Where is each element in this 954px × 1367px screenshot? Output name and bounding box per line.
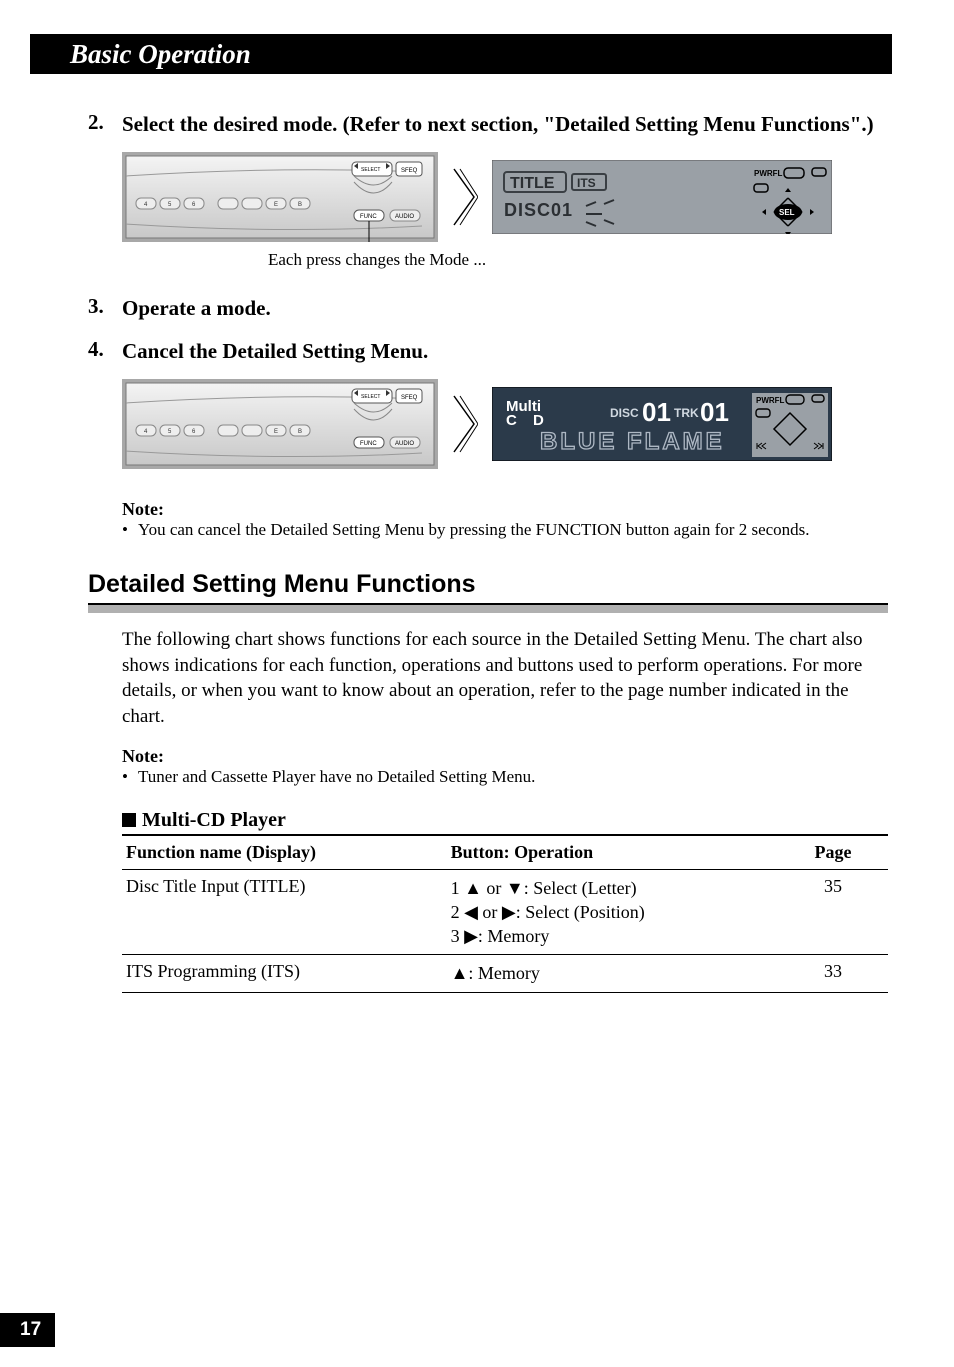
page-footer: 17 <box>30 1313 892 1367</box>
note-bullet: Tuner and Cassette Player have no Detail… <box>122 767 888 787</box>
svg-text:01: 01 <box>642 397 671 427</box>
step-4: 4. Cancel the Detailed Setting Menu. <box>88 337 888 365</box>
svg-text:01: 01 <box>700 397 729 427</box>
lcd-track-name: BLUE FLAME <box>540 428 725 455</box>
svg-text:FUNC: FUNC <box>360 441 377 447</box>
table-row: ITS Programming (ITS)▲: Memory33 <box>122 955 888 992</box>
subsection-heading: Multi-CD Player <box>122 809 888 832</box>
arrow-right-icon <box>452 167 478 227</box>
svg-text:AUDIO: AUDIO <box>395 214 414 220</box>
svg-text:PWRFL: PWRFL <box>756 396 785 405</box>
cell-operation: ▲: Memory <box>447 955 778 992</box>
note-block-1: Note: You can cancel the Detailed Settin… <box>122 499 888 540</box>
figure-row-1: 4 5 6 E B SELECT SFEQ <box>122 152 888 242</box>
page-number: 17 <box>0 1313 55 1347</box>
sel-label: SEL <box>779 208 795 217</box>
section-title: Detailed Setting Menu Functions <box>88 570 888 603</box>
arrow-right-icon <box>452 394 478 454</box>
note-title: Note: <box>122 499 888 520</box>
step-text: Cancel the Detailed Setting Menu. <box>122 337 428 365</box>
subsection-title: Multi-CD Player <box>142 809 286 832</box>
step-text: Select the desired mode. (Refer to next … <box>122 110 874 138</box>
svg-text:SELECT: SELECT <box>361 167 380 173</box>
svg-text:E: E <box>274 429 278 435</box>
svg-text:SFEQ: SFEQ <box>401 168 418 174</box>
svg-text:DISC: DISC <box>610 406 639 420</box>
th-button: Button: Operation <box>447 835 778 870</box>
cell-function: Disc Title Input (TITLE) <box>122 869 447 955</box>
cell-page: 35 <box>778 869 888 955</box>
step-3: 3. Operate a mode. <box>88 294 888 322</box>
svg-text:FUNC: FUNC <box>360 214 377 220</box>
pwr-label: PWRFL <box>754 169 783 178</box>
svg-text:AUDIO: AUDIO <box>395 441 414 447</box>
device-front-panel: 4 5 6 E B SELECT SFEQ <box>122 152 438 242</box>
th-page: Page <box>778 835 888 870</box>
chapter-header: Basic Operation <box>30 34 892 74</box>
svg-text:TRK: TRK <box>674 406 699 420</box>
lcd-cd-label: C D <box>506 412 550 429</box>
chapter-title: Basic Operation <box>70 39 251 70</box>
step-number: 4. <box>88 337 122 365</box>
figure-caption-1: Each press changes the Mode ... <box>268 250 888 270</box>
step-text: Operate a mode. <box>122 294 271 322</box>
cell-function: ITS Programming (ITS) <box>122 955 447 992</box>
figure-row-2: 4 5 6 E B SELECT SFEQ <box>122 379 888 469</box>
note-block-2: Note: Tuner and Cassette Player have no … <box>122 746 888 787</box>
svg-text:B: B <box>298 429 302 435</box>
function-table: Function name (Display) Button: Operatio… <box>122 834 888 993</box>
note-title: Note: <box>122 746 888 767</box>
lcd-display-playing: Multi C D DISC 01 TRK 01 BLUE FLAME PWRF… <box>492 387 832 461</box>
square-bullet-icon <box>122 813 136 827</box>
note-bullet: You can cancel the Detailed Setting Menu… <box>122 520 888 540</box>
lcd-disc-label: DISC01 <box>504 200 573 220</box>
lcd-title-label: TITLE <box>510 175 555 192</box>
lcd-its-label: ITS <box>577 176 596 190</box>
table-row: Disc Title Input (TITLE)1 ▲ or ▼: Select… <box>122 869 888 955</box>
svg-text:E: E <box>274 202 278 208</box>
svg-text:B: B <box>298 202 302 208</box>
section-paragraph: The following chart shows functions for … <box>122 627 888 730</box>
cell-operation: 1 ▲ or ▼: Select (Letter)2 ◀ or ▶: Selec… <box>447 869 778 955</box>
cell-page: 33 <box>778 955 888 992</box>
step-number: 2. <box>88 110 122 138</box>
step-2: 2. Select the desired mode. (Refer to ne… <box>88 110 888 138</box>
svg-text:SFEQ: SFEQ <box>401 395 418 401</box>
section-heading: Detailed Setting Menu Functions <box>88 570 888 613</box>
th-function: Function name (Display) <box>122 835 447 870</box>
device-front-panel: 4 5 6 E B SELECT SFEQ <box>122 379 438 469</box>
step-number: 3. <box>88 294 122 322</box>
svg-text:SELECT: SELECT <box>361 394 380 400</box>
lcd-display-title: TITLE ITS DISC01 PWRFL SEL <box>492 160 832 234</box>
